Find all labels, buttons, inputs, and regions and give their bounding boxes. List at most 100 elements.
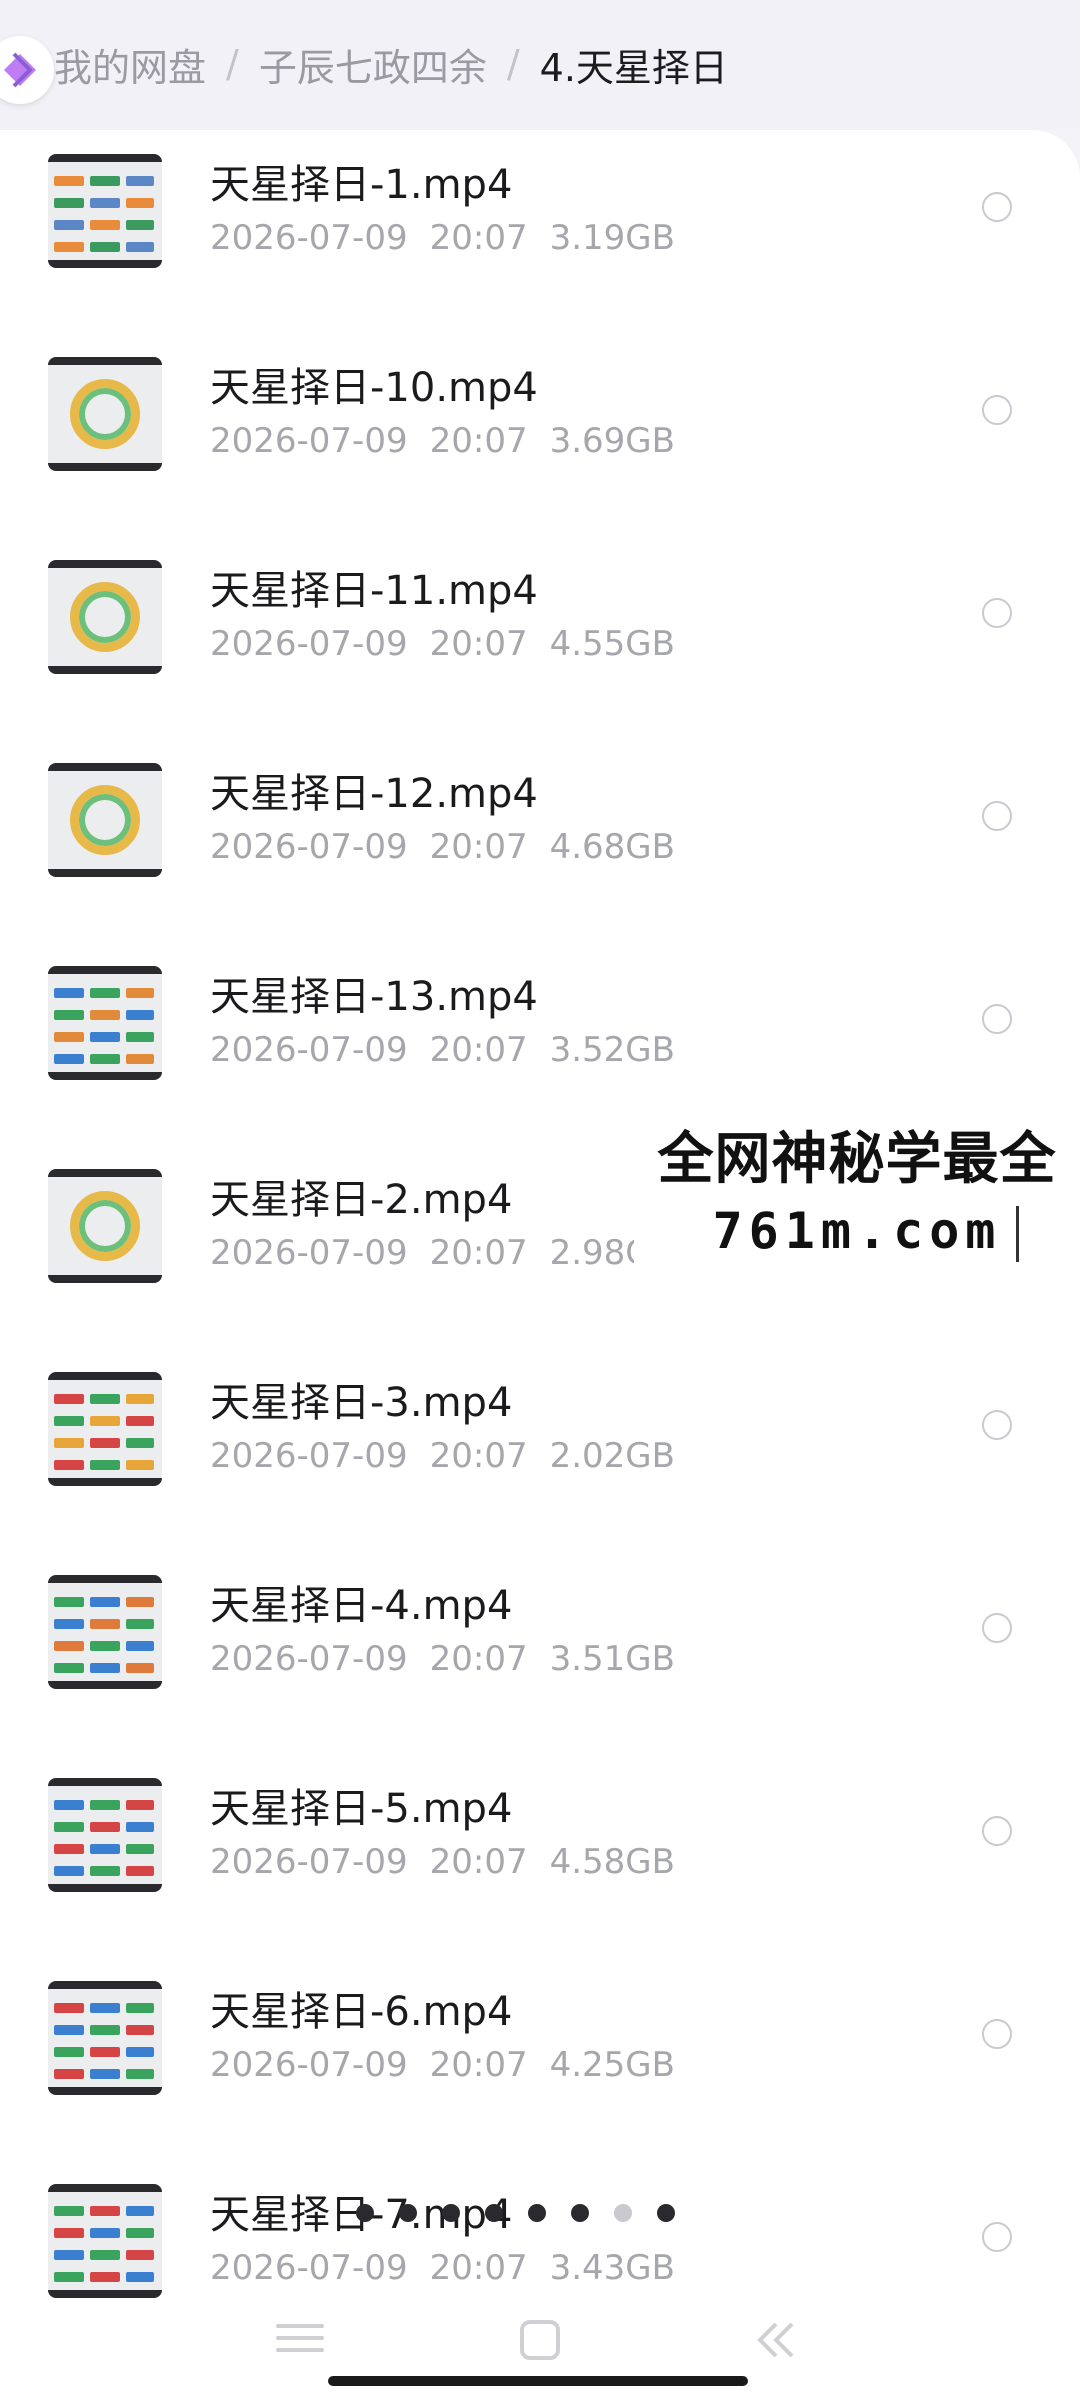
file-meta: 2026-07-09 20:07 4.25GB	[210, 2045, 675, 2085]
page-dot[interactable]	[657, 2204, 675, 2222]
file-row[interactable]: 天星择日-1.mp4 2026-07-09 20:07 3.19GB	[0, 130, 1080, 333]
file-time: 20:07	[429, 2248, 528, 2288]
file-time: 20:07	[429, 2045, 528, 2085]
page-dot[interactable]	[571, 2204, 589, 2222]
watermark-text-line2: 761m.com	[712, 1202, 1002, 1260]
file-time: 20:07	[429, 421, 528, 461]
file-time: 20:07	[429, 1233, 528, 1273]
file-meta: 2026-07-09 20:07 3.69GB	[210, 421, 675, 461]
file-date: 2026-07-09	[210, 1233, 408, 1273]
file-list-screen: 我的网盘 / 子辰七政四余 / 4.天星择日 天星择日-1.mp4 2026-07…	[0, 0, 1080, 2400]
file-row[interactable]: 天星择日-12.mp4 2026-07-09 20:07 4.68GB	[0, 739, 1080, 942]
file-meta: 2026-07-09 20:07 3.19GB	[210, 218, 675, 258]
breadcrumb-separator: /	[506, 42, 520, 86]
radio-unchecked-icon[interactable]	[982, 598, 1012, 628]
radio-unchecked-icon[interactable]	[982, 2222, 1012, 2252]
file-meta: 2026-07-09 20:07 2.98GB	[210, 1233, 675, 1273]
file-row[interactable]: 天星择日-4.mp4 2026-07-09 20:07 3.51GB	[0, 1551, 1080, 1754]
file-time: 20:07	[429, 1030, 528, 1070]
file-size: 3.19GB	[549, 218, 675, 258]
file-size: 4.58GB	[549, 1842, 675, 1882]
file-time: 20:07	[429, 1842, 528, 1882]
file-meta: 2026-07-09 20:07 3.52GB	[210, 1030, 675, 1070]
file-time: 20:07	[429, 624, 528, 664]
file-row[interactable]: 天星择日-5.mp4 2026-07-09 20:07 4.58GB	[0, 1754, 1080, 1957]
file-size: 4.25GB	[549, 2045, 675, 2085]
file-time: 20:07	[429, 827, 528, 867]
file-time: 20:07	[429, 1639, 528, 1679]
radio-unchecked-icon[interactable]	[982, 395, 1012, 425]
watermark-text-line1: 全网神秘学最全	[657, 1127, 1057, 1192]
diamond-back-icon	[4, 52, 36, 88]
file-date: 2026-07-09	[210, 1842, 408, 1882]
file-name: 天星择日-12.mp4	[210, 771, 538, 817]
file-size: 4.68GB	[549, 827, 675, 867]
file-size: 4.55GB	[549, 624, 675, 664]
page-dot[interactable]	[356, 2204, 374, 2222]
back-button[interactable]	[0, 36, 54, 104]
file-date: 2026-07-09	[210, 1639, 408, 1679]
page-dot[interactable]	[528, 2204, 546, 2222]
video-thumbnail-icon	[48, 1169, 162, 1283]
breadcrumb: 我的网盘 / 子辰七政四余 / 4.天星择日	[54, 36, 728, 92]
home-square-icon[interactable]	[518, 2318, 562, 2362]
double-chevron-back-icon[interactable]	[752, 2318, 800, 2362]
radio-unchecked-icon[interactable]	[982, 1410, 1012, 1440]
file-meta: 2026-07-09 20:07 4.55GB	[210, 624, 675, 664]
file-date: 2026-07-09	[210, 1030, 408, 1070]
file-name: 天星择日-10.mp4	[210, 365, 538, 411]
radio-unchecked-icon[interactable]	[982, 192, 1012, 222]
breadcrumb-my-drive[interactable]: 我的网盘	[54, 37, 206, 92]
file-meta: 2026-07-09 20:07 4.58GB	[210, 1842, 675, 1882]
file-row[interactable]: 天星择日-10.mp4 2026-07-09 20:07 3.69GB	[0, 333, 1080, 536]
file-size: 3.51GB	[549, 1639, 675, 1679]
page-dot[interactable]	[614, 2204, 632, 2222]
video-thumbnail-icon	[48, 763, 162, 877]
file-name: 天星择日-4.mp4	[210, 1583, 513, 1629]
radio-unchecked-icon[interactable]	[982, 1816, 1012, 1846]
file-name: 天星择日-5.mp4	[210, 1786, 513, 1832]
video-thumbnail-icon	[48, 357, 162, 471]
file-date: 2026-07-09	[210, 624, 408, 664]
file-row[interactable]: 天星择日-13.mp4 2026-07-09 20:07 3.52GB	[0, 942, 1080, 1145]
file-name: 天星择日-11.mp4	[210, 568, 538, 614]
file-row[interactable]: 天星择日-3.mp4 2026-07-09 20:07 2.02GB	[0, 1348, 1080, 1551]
file-meta: 2026-07-09 20:07 2.02GB	[210, 1436, 675, 1476]
file-name: 天星择日-6.mp4	[210, 1989, 513, 2035]
file-date: 2026-07-09	[210, 2248, 408, 2288]
video-thumbnail-icon	[48, 1372, 162, 1486]
breadcrumb-separator: /	[226, 42, 239, 86]
file-date: 2026-07-09	[210, 2045, 408, 2085]
file-name: 天星择日-13.mp4	[210, 974, 538, 1020]
file-size: 3.69GB	[549, 421, 675, 461]
page-dot[interactable]	[399, 2204, 417, 2222]
watermark-caret	[1016, 1206, 1019, 1262]
breadcrumb-folder[interactable]: 子辰七政四余	[259, 37, 487, 92]
home-indicator-bar[interactable]	[328, 2376, 748, 2386]
menu-icon[interactable]	[272, 2318, 328, 2358]
file-meta: 2026-07-09 20:07 3.51GB	[210, 1639, 675, 1679]
file-size: 3.52GB	[549, 1030, 675, 1070]
watermark: 全网神秘学最全 761m.com	[634, 1122, 1080, 1274]
video-thumbnail-icon	[48, 966, 162, 1080]
file-time: 20:07	[429, 218, 528, 258]
file-row[interactable]: 天星择日-11.mp4 2026-07-09 20:07 4.55GB	[0, 536, 1080, 739]
file-date: 2026-07-09	[210, 827, 408, 867]
file-row[interactable]: 天星择日-6.mp4 2026-07-09 20:07 4.25GB	[0, 1957, 1080, 2160]
video-thumbnail-icon	[48, 1981, 162, 2095]
radio-unchecked-icon[interactable]	[982, 801, 1012, 831]
page-dot[interactable]	[485, 2204, 503, 2222]
video-thumbnail-icon	[48, 1575, 162, 1689]
radio-unchecked-icon[interactable]	[982, 1004, 1012, 1034]
file-date: 2026-07-09	[210, 218, 408, 258]
breadcrumb-header: 我的网盘 / 子辰七政四余 / 4.天星择日	[0, 0, 1080, 130]
file-date: 2026-07-09	[210, 1436, 408, 1476]
file-size: 3.43GB	[549, 2248, 675, 2288]
radio-unchecked-icon[interactable]	[982, 1613, 1012, 1643]
page-dot[interactable]	[442, 2204, 460, 2222]
file-name: 天星择日-3.mp4	[210, 1380, 513, 1426]
radio-unchecked-icon[interactable]	[982, 2019, 1012, 2049]
video-thumbnail-icon	[48, 560, 162, 674]
file-name: 天星择日-2.mp4	[210, 1177, 513, 1223]
video-thumbnail-icon	[48, 154, 162, 268]
